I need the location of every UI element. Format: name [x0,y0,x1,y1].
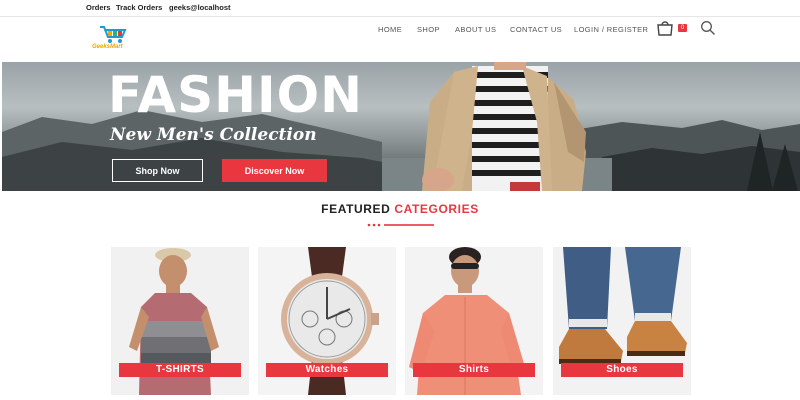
user-account-link[interactable]: geeks@localhost [169,3,231,12]
search-icon [701,21,715,35]
category-card-shoes[interactable]: Shoes [553,247,691,395]
site-header: GeeksMart HOME SHOP ABOUT US CONTACT US … [0,17,800,61]
nav-contact-us[interactable]: CONTACT US [510,25,562,34]
shopping-bag-icon [657,21,673,36]
nav-home[interactable]: HOME [378,25,402,34]
heading-divider [367,223,434,227]
featured-heading-highlight: CATEGORIES [394,202,479,216]
hero-subtitle: New Men's Collection [110,125,317,145]
hero-title: FASHION [108,66,363,124]
cart-logo-icon [100,26,127,43]
category-label-watches: Watches [266,363,388,377]
cart-button[interactable]: 0 [656,20,690,36]
nav-login-register[interactable]: LOGIN / REGISTER [574,25,648,34]
nav-shop[interactable]: SHOP [417,25,440,34]
featured-categories-heading: FEATURED CATEGORIES [0,202,800,216]
featured-heading-prefix: FEATURED [321,202,391,216]
shop-now-button[interactable]: Shop Now [112,159,203,182]
hero-banner: FASHION New Men's Collection Shop Now Di… [2,62,800,191]
brand-logo[interactable]: GeeksMart [88,25,140,55]
brand-name: GeeksMart [92,44,123,50]
category-label-shoes: Shoes [561,363,683,377]
category-card-shirts[interactable]: Shirts [405,247,543,395]
top-utility-bar: Orders Track Orders geeks@localhost [0,0,800,17]
category-card-watches[interactable]: Watches [258,247,396,395]
discover-now-button[interactable]: Discover Now [222,159,327,182]
search-button[interactable] [700,20,716,36]
orders-link[interactable]: Orders [86,3,111,12]
track-orders-link[interactable]: Track Orders [116,3,162,12]
cart-count-badge: 0 [678,24,687,32]
category-label-shirts: Shirts [413,363,535,377]
nav-about-us[interactable]: ABOUT US [455,25,496,34]
category-label-tshirts: T-SHIRTS [119,363,241,377]
category-card-tshirts[interactable]: T-SHIRTS [111,247,249,395]
